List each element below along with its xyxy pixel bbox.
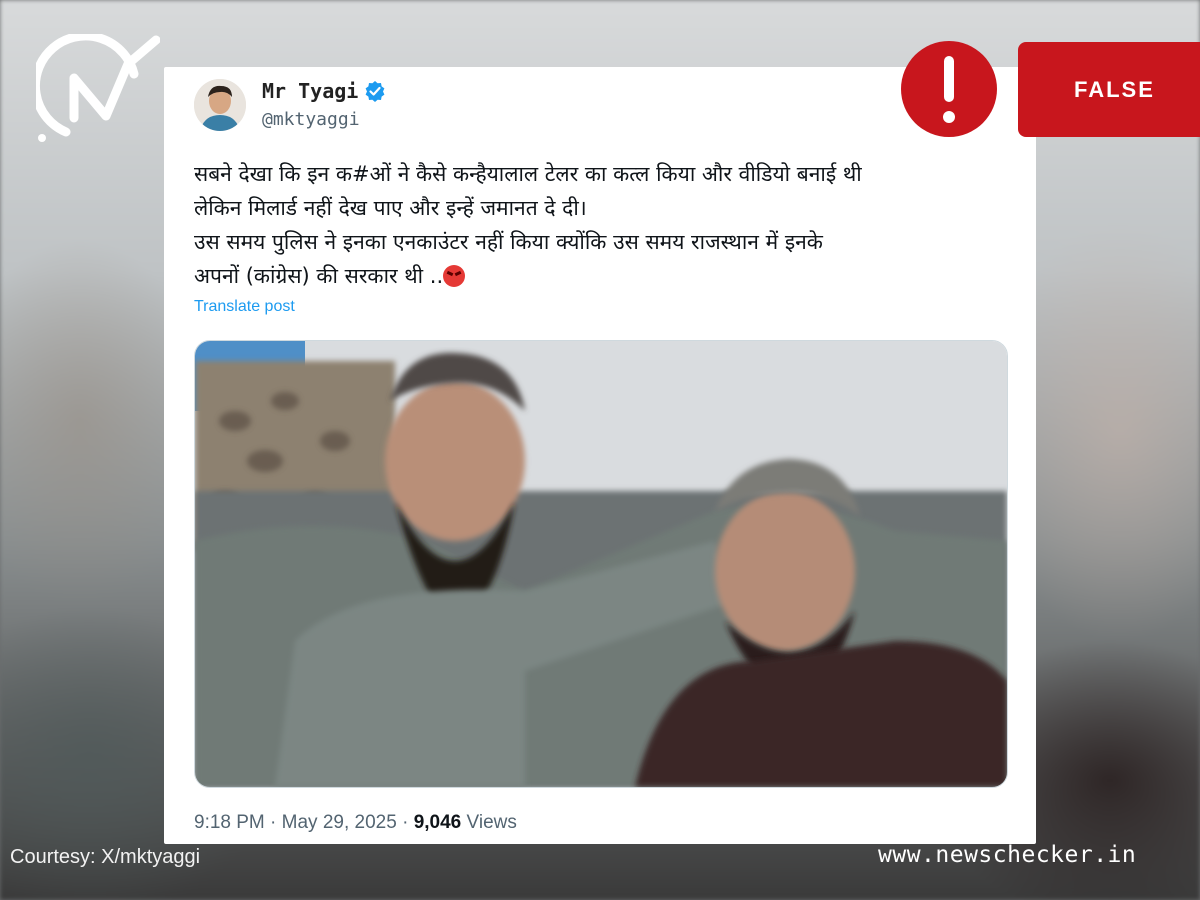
- meta-separator: ·: [402, 812, 409, 833]
- false-verdict-badge: FALSE: [1018, 42, 1200, 137]
- display-name-text[interactable]: Mr Tyagi: [262, 79, 358, 103]
- tweet-text-line: लेकिन मिलार्ड नहीं देख पाए और इन्हें जमा…: [194, 196, 587, 220]
- tweet-text-line-last: अपनों (कांग्रेस) की सरकार थी ..: [194, 259, 1014, 293]
- newschecker-logo-icon: [36, 34, 160, 142]
- tweet-card: Mr Tyagi @mktyaggi सबने देखा कि इन क#ओं …: [164, 67, 1036, 844]
- meta-separator: ·: [270, 812, 277, 833]
- tweet-media-image[interactable]: [194, 340, 1008, 788]
- views-label: Views: [466, 812, 517, 833]
- angry-face-emoji-icon: [443, 265, 466, 287]
- tweet-text: सबने देखा कि इन क#ओं ने कैसे कन्हैयालाल …: [194, 157, 1014, 293]
- site-url: www.newschecker.in: [878, 842, 1137, 868]
- tweet-text-line: अपनों (कांग्रेस) की सरकार थी ..: [194, 264, 444, 288]
- verdict-label: FALSE: [1074, 76, 1155, 102]
- avatar[interactable]: [194, 79, 246, 131]
- translate-post-link[interactable]: Translate post: [194, 298, 295, 316]
- verified-badge-icon: [365, 81, 385, 102]
- courtesy-caption: Courtesy: X/mktyaggi: [10, 846, 201, 868]
- exclamation-icon: [901, 41, 997, 137]
- tweet-text-line: उस समय पुलिस ने इनका एनकाउंटर नहीं किया …: [194, 230, 823, 254]
- tweet-text-line: सबने देखा कि इन क#ओं ने कैसे कन्हैयालाल …: [194, 162, 862, 186]
- display-name[interactable]: Mr Tyagi: [262, 79, 386, 103]
- tweet-date[interactable]: May 29, 2025: [282, 812, 397, 833]
- tweet-metadata: 9:18 PM · May 29, 2025 · 9,046 Views: [194, 812, 517, 834]
- tweet-time[interactable]: 9:18 PM: [194, 812, 265, 833]
- user-handle[interactable]: @mktyaggi: [262, 109, 360, 130]
- views-count: 9,046: [413, 812, 462, 833]
